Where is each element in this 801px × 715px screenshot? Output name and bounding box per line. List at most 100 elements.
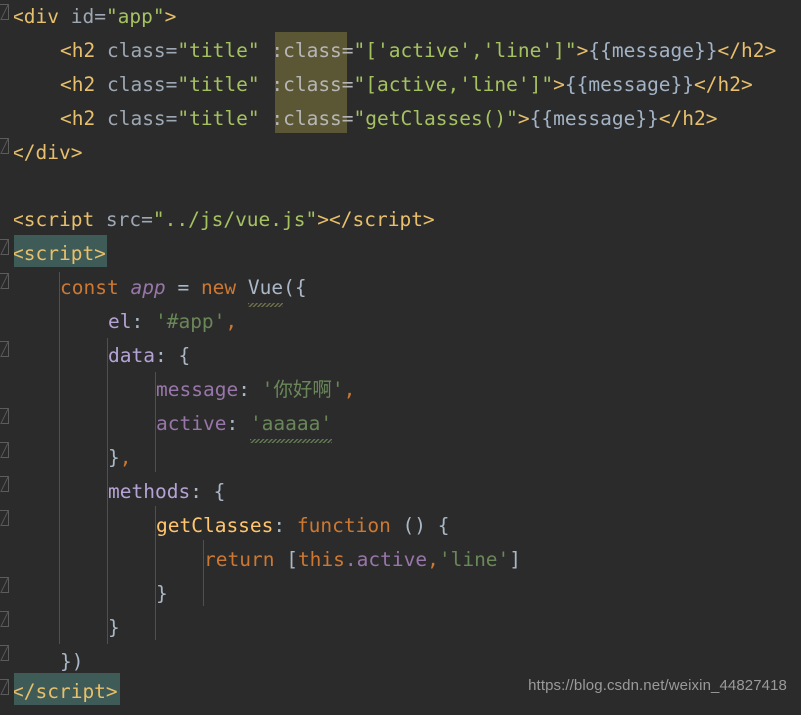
string-token: "getClasses()" [353, 107, 518, 130]
punctuation-token: : [131, 310, 155, 333]
bracket-token: [ [274, 548, 298, 571]
tag-token: </h2> [717, 39, 777, 62]
tag-token: </script> [329, 208, 435, 231]
brace-token: } [108, 616, 120, 639]
warning-underline: Vue [247, 271, 284, 307]
code-line-16[interactable]: getClasses: function () { [156, 509, 450, 543]
brace-token: }) [60, 650, 84, 673]
attribute-token: id= [58, 5, 106, 28]
code-line-21[interactable]: </script> [12, 675, 118, 709]
code-line-11[interactable]: data: { [108, 339, 190, 373]
code-line-14[interactable]: }, [108, 441, 132, 475]
editor-gutter[interactable] [0, 0, 14, 715]
code-line-2[interactable]: <h2 class="title" :class="['active','lin… [60, 34, 776, 68]
fold-marker[interactable] [0, 476, 9, 492]
code-line-20[interactable]: }) [60, 645, 83, 679]
code-line-19[interactable]: } [108, 611, 120, 645]
keyword-token: this [297, 548, 345, 571]
fold-marker[interactable] [0, 645, 9, 661]
code-line-9[interactable]: const app = new Vue({ [60, 271, 307, 307]
code-line-18[interactable]: } [156, 577, 168, 611]
fold-marker[interactable] [0, 510, 9, 526]
tag-token: </script> [12, 680, 118, 703]
code-content[interactable]: <div id="app"> <h2 class="title" :class=… [0, 0, 801, 715]
bracket-token: ] [509, 548, 522, 571]
code-line-17[interactable]: return [this.active,'line'] [204, 543, 521, 577]
fold-marker[interactable] [0, 679, 9, 695]
tag-token: </h2> [658, 107, 718, 130]
keyword-token: new [200, 276, 237, 299]
comma-token: , [225, 310, 238, 333]
fold-marker[interactable] [0, 239, 9, 255]
keyword-token: return [204, 548, 275, 571]
bind-attribute-token: :class= [271, 107, 354, 130]
tag-token: > [517, 107, 530, 130]
code-line-15[interactable]: methods: { [108, 475, 225, 509]
punctuation-token: : [226, 412, 250, 435]
brace-token: { [213, 480, 226, 503]
class-token: Vue [247, 276, 284, 299]
code-line-4[interactable]: <h2 class="title" :class="getClasses()">… [60, 102, 718, 136]
mustache-token: {{message}} [564, 73, 695, 96]
fold-marker[interactable] [0, 577, 9, 593]
code-editor[interactable]: <div id="app"> <h2 class="title" :class=… [0, 0, 801, 715]
fold-marker[interactable] [0, 408, 9, 424]
tag-token: <h2 [60, 39, 96, 62]
attribute-token: class= [95, 107, 178, 130]
tag-token: <script> [12, 242, 106, 265]
object-key-token: data [108, 344, 155, 367]
tag-token: <div [12, 5, 59, 28]
bind-attribute-token: :class= [271, 39, 354, 62]
code-line-12[interactable]: message: '你好啊', [156, 373, 355, 407]
punctuation-token: : [273, 514, 297, 537]
punctuation-token: : [154, 344, 179, 367]
comma-token: , [427, 548, 439, 571]
bind-attribute-token: :class= [271, 73, 354, 96]
brace-token: { [437, 514, 450, 537]
watermark-url: https://blog.csdn.net/weixin_44827418 [528, 677, 787, 695]
code-line-8[interactable]: <script> [12, 237, 106, 271]
mustache-token: {{message}} [588, 39, 718, 62]
tag-token: <h2 [60, 73, 96, 96]
punctuation-token: ({ [283, 276, 307, 299]
comma-token: , [343, 378, 356, 401]
fold-marker[interactable] [0, 611, 9, 627]
code-line-13[interactable]: active: 'aaaaa' [156, 407, 333, 443]
variable-token: app [130, 276, 166, 299]
string-token: 'aaaaa' [249, 412, 333, 435]
code-line-3[interactable]: <h2 class="title" :class="[active,'line'… [60, 68, 753, 102]
tag-token: <script [12, 208, 95, 231]
fold-marker[interactable] [0, 4, 9, 20]
tag-token: </div> [12, 141, 83, 164]
tag-token: > [553, 73, 565, 96]
brace-token: { [178, 344, 191, 367]
fold-marker[interactable] [0, 273, 9, 289]
brace-token: } [108, 446, 120, 469]
code-line-10[interactable]: el: '#app', [108, 305, 237, 339]
string-token: "../js/vue.js" [152, 208, 318, 231]
punctuation-token: : [190, 480, 214, 503]
fold-marker[interactable] [0, 341, 9, 357]
tag-token: > [164, 5, 177, 28]
function-name-token: getClasses [156, 514, 274, 537]
string-token: "[active,'line']" [353, 73, 554, 96]
property-token: message [156, 378, 239, 401]
attribute-token: class= [95, 73, 178, 96]
object-key-token: el [108, 310, 132, 333]
fold-marker[interactable] [0, 442, 9, 458]
tag-token: > [317, 208, 330, 231]
code-line-5[interactable]: </div> [12, 136, 82, 170]
string-token: '你好啊' [261, 378, 344, 401]
code-line-1[interactable]: <div id="app"> [12, 0, 176, 34]
fold-marker[interactable] [0, 138, 9, 154]
property-token: .active [344, 548, 428, 571]
object-key-token: methods [108, 480, 191, 503]
code-line-7[interactable]: <script src="../js/vue.js"></script> [12, 203, 435, 237]
brace-token: } [156, 582, 168, 605]
